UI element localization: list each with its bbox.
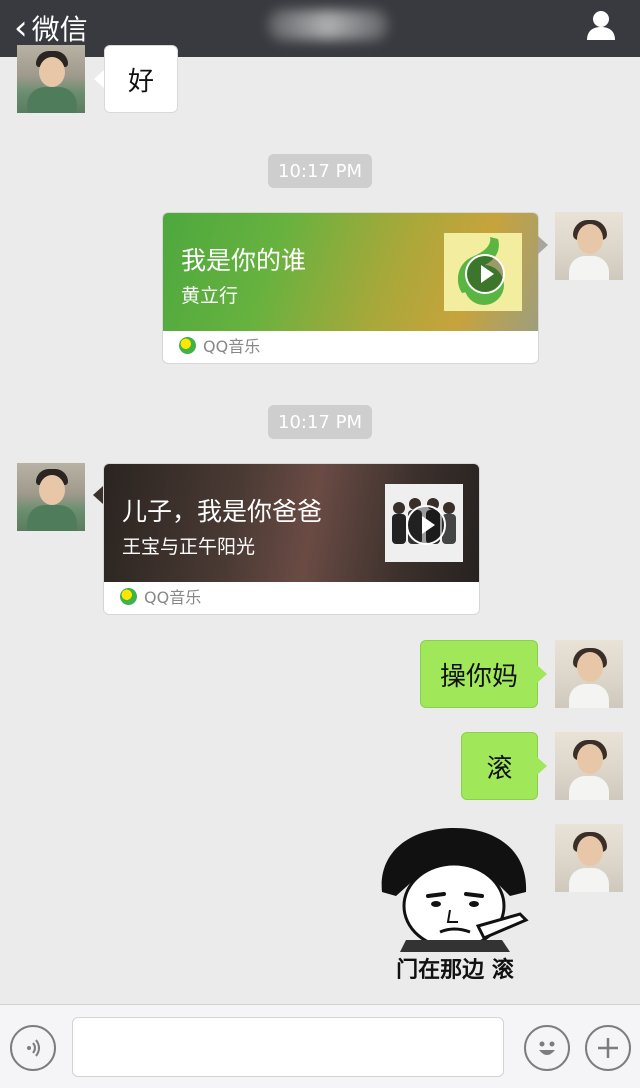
timestamp: 10:17 PM (268, 154, 372, 188)
back-button[interactable]: ‹ 微信 (14, 8, 88, 48)
song-title: 儿子，我是你爸爸 (122, 497, 323, 526)
chevron-left-icon: ‹ (14, 8, 28, 48)
avatar-contact[interactable] (17, 463, 85, 531)
song-title: 我是你的谁 (181, 246, 307, 275)
emoji-button[interactable] (524, 1025, 570, 1071)
message-input[interactable] (72, 1017, 504, 1077)
music-source-label: QQ音乐 (203, 337, 261, 356)
avatar-self[interactable] (555, 640, 623, 708)
play-icon[interactable] (465, 254, 505, 294)
music-card-outgoing[interactable]: 我是你的谁 黄立行 QQ音乐 (162, 212, 539, 364)
bubble-tail (537, 757, 547, 775)
song-artist: 黄立行 (181, 285, 239, 307)
message-text: 滚 (486, 753, 513, 784)
back-label: 微信 (31, 13, 88, 46)
bubble-tail (93, 486, 103, 504)
qq-music-icon (120, 587, 137, 605)
message-bubble-incoming[interactable]: 好 (104, 45, 178, 113)
navigation-bar: ‹ 微信 (0, 0, 640, 57)
music-source: QQ音乐 (179, 333, 260, 357)
avatar-self[interactable] (555, 732, 623, 800)
user-icon[interactable] (584, 8, 618, 42)
avatar-self[interactable] (555, 824, 623, 892)
message-bubble-outgoing[interactable]: 操你妈 (420, 640, 538, 708)
message-text: 好 (127, 66, 154, 97)
input-toolbar (0, 1004, 640, 1088)
timestamp-text: 10:17 PM (278, 160, 362, 182)
message-bubble-outgoing[interactable]: 滚 (461, 732, 538, 800)
play-icon[interactable] (406, 505, 446, 545)
voice-icon (27, 1039, 40, 1057)
meme-caption: 门在那边 滚 (396, 958, 514, 983)
album-cover (385, 484, 463, 562)
music-card-incoming[interactable]: 儿子，我是你爸爸 王宝与正午阳光 QQ音乐 (103, 463, 480, 615)
meme-sticker[interactable]: 门在那边 滚 (370, 822, 540, 990)
plus-icon (598, 1038, 618, 1058)
bubble-tail (538, 236, 548, 254)
timestamp-text: 10:17 PM (278, 411, 362, 433)
avatar-self[interactable] (555, 212, 623, 280)
music-source-label: QQ音乐 (144, 588, 202, 607)
timestamp: 10:17 PM (268, 405, 372, 439)
qq-music-icon (179, 336, 196, 354)
music-source: QQ音乐 (120, 584, 201, 608)
message-text: 操你妈 (439, 661, 518, 692)
emoji-icon (539, 1041, 555, 1055)
song-artist: 王宝与正午阳光 (122, 536, 256, 558)
bubble-tail (94, 70, 104, 88)
avatar-contact[interactable] (17, 45, 85, 113)
more-button[interactable] (585, 1025, 631, 1071)
album-cover (444, 233, 522, 311)
voice-button[interactable] (10, 1025, 56, 1071)
bubble-tail (537, 665, 547, 683)
blurred-chat-title (268, 10, 388, 40)
